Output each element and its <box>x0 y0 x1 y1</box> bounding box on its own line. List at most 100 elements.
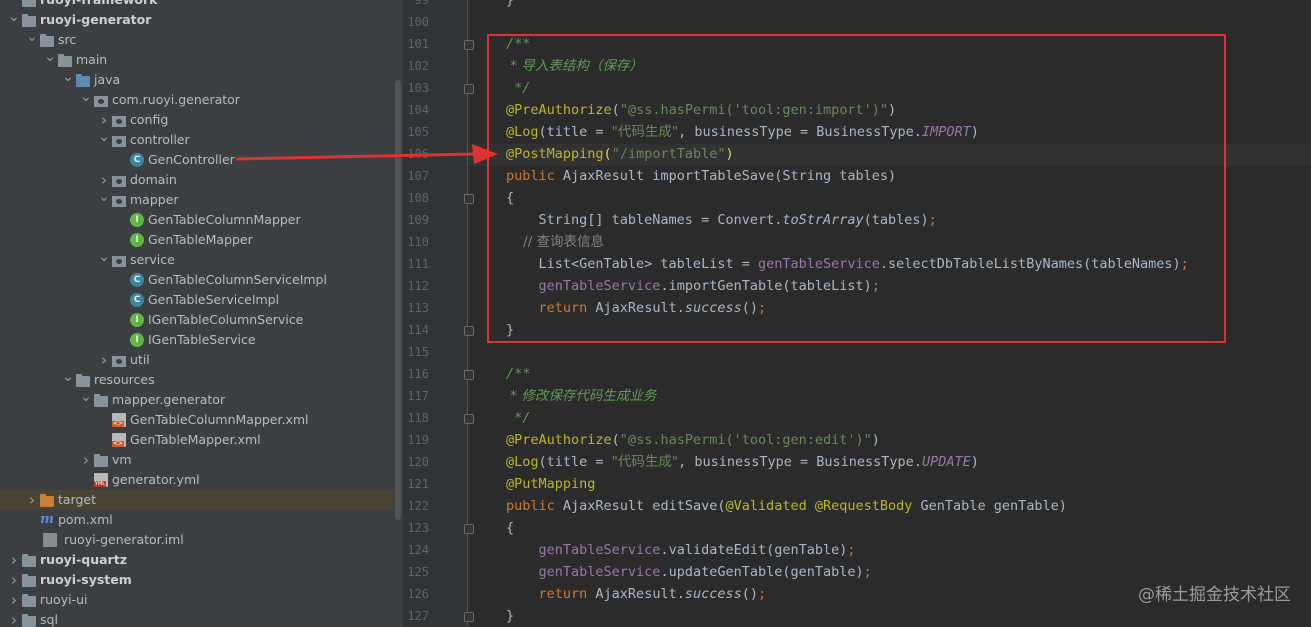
code-line[interactable]: } <box>506 0 514 11</box>
tree-item[interactable]: I GenTableColumnMapper <box>0 210 394 230</box>
tree-item[interactable]: ⌄ service <box>0 247 394 270</box>
chevron-down-icon[interactable]: ⌄ <box>60 67 76 87</box>
tree-item[interactable]: m pom.xml <box>0 510 394 530</box>
xml-file-icon <box>112 413 126 427</box>
code-line[interactable]: genTableService.updateGenTable(genTable)… <box>506 561 872 583</box>
tree-item[interactable]: C GenTableColumnServiceImpl <box>0 270 394 290</box>
tree-item-label: ruoyi-framework <box>40 0 157 10</box>
chevron-down-icon[interactable]: ⌄ <box>24 27 40 47</box>
fold-marker-icon[interactable] <box>464 40 474 50</box>
chevron-right-icon[interactable]: › <box>96 350 112 370</box>
chevron-down-icon[interactable]: ⌄ <box>42 47 58 67</box>
fold-marker-icon[interactable] <box>464 326 474 336</box>
line-number: 112 <box>407 279 429 293</box>
line-number: 107 <box>407 169 429 183</box>
chevron-right-icon[interactable]: › <box>78 450 94 470</box>
project-tree-scrollbar-thumb[interactable] <box>395 80 401 520</box>
tree-item[interactable]: › config <box>0 110 394 130</box>
code-token: @PreAuthorize <box>506 432 612 448</box>
code-token: "@ss.hasPermi('tool:gen:edit')" <box>619 432 872 448</box>
chevron-down-icon[interactable]: ⌄ <box>78 387 94 407</box>
tree-item[interactable]: GenTableColumnMapper.xml <box>0 410 394 430</box>
line-number: 115 <box>407 345 429 359</box>
tree-item[interactable]: GenTableMapper.xml <box>0 430 394 450</box>
tree-item[interactable]: › target <box>0 490 394 510</box>
tree-item[interactable]: ⌄ resources <box>0 367 394 390</box>
tree-item[interactable]: ⌄ src <box>0 27 394 50</box>
tree-item[interactable]: › sql <box>0 610 394 627</box>
tree-item[interactable]: ⌄ mapper.generator <box>0 387 394 410</box>
tree-item[interactable]: ⌄ com.ruoyi.generator <box>0 87 394 110</box>
line-number: 114 <box>407 323 429 337</box>
tree-item[interactable]: ⌄ controller <box>0 127 394 150</box>
tree-item[interactable]: ⌄ mapper <box>0 187 394 210</box>
tree-item[interactable]: C GenTableServiceImpl <box>0 290 394 310</box>
line-number: 117 <box>407 389 429 403</box>
tree-item[interactable]: I GenTableMapper <box>0 230 394 250</box>
chevron-down-icon[interactable]: ⌄ <box>96 127 112 147</box>
fold-marker-icon[interactable] <box>464 612 474 622</box>
tree-item[interactable]: I IGenTableService <box>0 330 394 350</box>
chevron-down-icon[interactable]: ⌄ <box>6 7 22 27</box>
package-icon <box>112 355 126 367</box>
tree-item[interactable]: generator.yml <box>0 470 394 490</box>
maven-icon: m <box>40 512 54 527</box>
code-token: @RequestBody <box>814 498 921 514</box>
code-token: ( <box>611 432 620 448</box>
chevron-right-icon[interactable]: › <box>6 570 22 590</box>
fold-marker-icon[interactable] <box>464 84 474 94</box>
tree-item[interactable]: ⌄ ruoyi-generator <box>0 7 394 30</box>
folder-icon <box>58 53 72 67</box>
tree-item[interactable]: ⌄ java <box>0 67 394 90</box>
line-number: 104 <box>407 103 429 117</box>
code-line[interactable]: { <box>506 517 514 539</box>
fold-marker-icon[interactable] <box>464 194 474 204</box>
code-token: genTableService <box>538 564 661 580</box>
chevron-down-icon[interactable]: ⌄ <box>78 87 94 107</box>
tree-item[interactable]: ruoyi-generator.iml <box>0 530 394 550</box>
tree-item-label: GenTableColumnMapper <box>148 212 301 227</box>
tree-item-label: GenTableMapper.xml <box>130 432 261 447</box>
fold-marker-icon[interactable] <box>464 524 474 534</box>
tree-item[interactable]: › vm <box>0 450 394 470</box>
code-line[interactable]: @PreAuthorize("@ss.hasPermi('tool:gen:ed… <box>506 429 880 451</box>
tree-item-label: src <box>58 32 77 47</box>
code-token: , businessType = BusinessType. <box>678 454 922 470</box>
code-line[interactable]: /** <box>506 363 530 385</box>
tree-item[interactable]: ruoyi-framework <box>0 0 394 10</box>
code-line[interactable]: } <box>506 605 514 627</box>
tree-item[interactable]: › domain <box>0 170 394 190</box>
interface-icon: I <box>130 213 144 227</box>
chevron-right-icon[interactable]: › <box>6 590 22 610</box>
package-icon <box>112 175 126 187</box>
chevron-down-icon[interactable]: ⌄ <box>60 367 76 387</box>
tree-item[interactable]: › ruoyi-ui <box>0 590 394 610</box>
code-token: GenTable genTable) <box>920 498 1067 514</box>
module-folder-icon <box>22 13 36 27</box>
tree-item[interactable]: C GenController <box>0 150 394 170</box>
tree-item-label: pom.xml <box>58 512 113 527</box>
tree-item[interactable]: › ruoyi-quartz <box>0 550 394 570</box>
code-line[interactable]: */ <box>506 407 530 429</box>
chevron-right-icon[interactable]: › <box>6 550 22 570</box>
code-line[interactable]: return AjaxResult.success(); <box>506 583 767 605</box>
tree-item-label: ruoyi-quartz <box>40 552 127 567</box>
chevron-right-icon[interactable]: › <box>24 490 40 510</box>
chevron-down-icon[interactable]: ⌄ <box>96 187 112 207</box>
fold-marker-icon[interactable] <box>464 414 474 424</box>
chevron-down-icon[interactable]: ⌄ <box>96 247 112 267</box>
code-line[interactable]: public AjaxResult editSave(@Validated @R… <box>506 495 1067 517</box>
chevron-right-icon[interactable]: › <box>6 610 22 627</box>
code-line[interactable]: @PutMapping <box>506 473 595 495</box>
code-line[interactable]: genTableService.validateEdit(genTable); <box>506 539 856 561</box>
fold-marker-icon[interactable] <box>464 370 474 380</box>
line-number: 101 <box>407 37 429 51</box>
folder-icon <box>22 613 36 627</box>
tree-item-label: mapper.generator <box>112 392 226 407</box>
tree-item[interactable]: I IGenTableColumnService <box>0 310 394 330</box>
tree-item[interactable]: › ruoyi-system <box>0 570 394 590</box>
code-line[interactable]: @Log(title = "代码生成", businessType = Busi… <box>506 451 979 473</box>
tree-item-label: util <box>130 352 150 367</box>
code-line[interactable]: * 修改保存代码生成业务 <box>506 385 656 407</box>
